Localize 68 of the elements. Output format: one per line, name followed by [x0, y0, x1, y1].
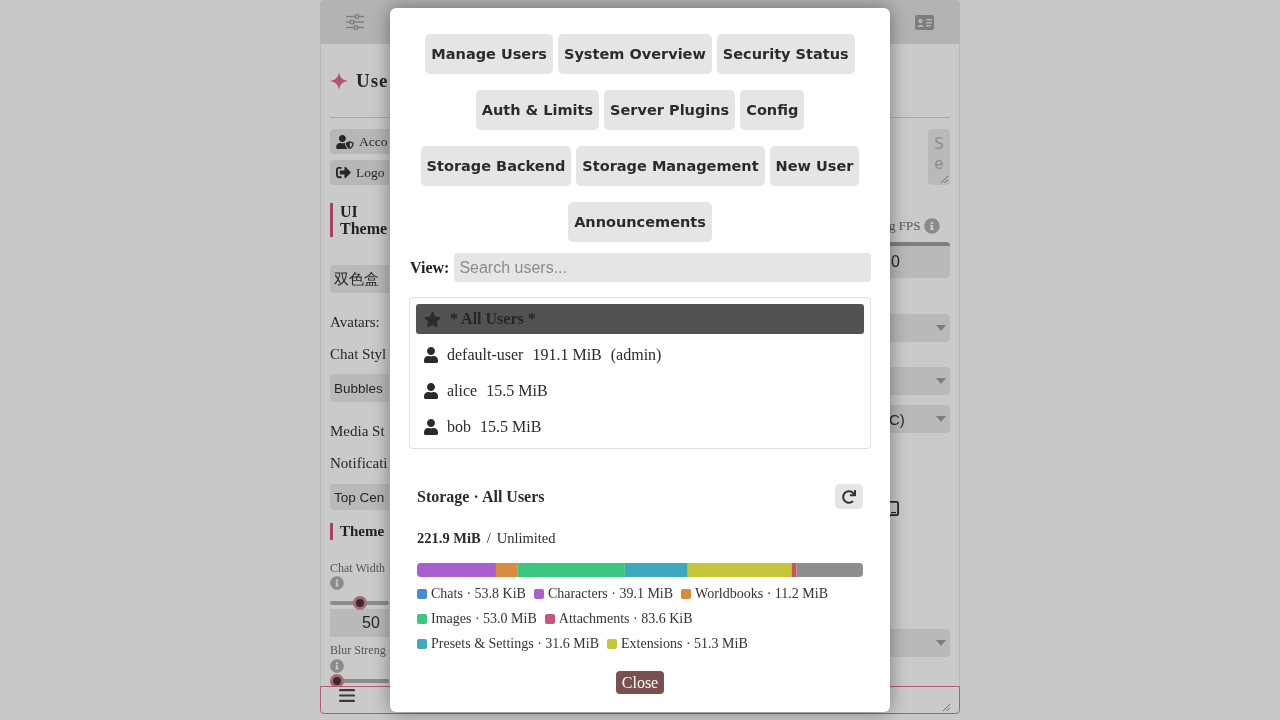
caret-icon: [936, 325, 946, 331]
number-input[interactable]: 50: [330, 609, 389, 637]
media-label: Media St: [330, 422, 386, 441]
logout-icon: [336, 165, 351, 180]
search-field[interactable]: Search users...: [454, 253, 871, 282]
id-card-icon[interactable]: [915, 14, 934, 30]
slider-thumb[interactable]: [330, 674, 344, 686]
user-list-item[interactable]: bob 15.5 MiB: [416, 412, 864, 442]
storage-quota: Unlimited: [496, 529, 556, 547]
notifications-select[interactable]: Top Cen: [330, 484, 389, 510]
caret-icon: [936, 378, 946, 384]
legend-label: Characters · 39.1 MiB: [547, 585, 674, 602]
storage-used: 221.9 MiB: [417, 529, 481, 547]
nav-button[interactable]: Storage Management: [576, 146, 765, 186]
sparkle-icon: [330, 71, 348, 90]
fps-input[interactable]: 0: [888, 242, 950, 278]
legend-label: Presets & Settings · 31.6 MiB: [431, 635, 599, 652]
refresh-button[interactable]: [835, 484, 863, 509]
info-icon[interactable]: [924, 218, 941, 234]
menu-icon[interactable]: [339, 689, 355, 702]
nav-button[interactable]: Server Plugins: [604, 90, 736, 130]
user-list-item[interactable]: default-user 191.1 MiB (admin): [416, 340, 864, 370]
legend-label: Attachments · 83.6 KiB: [558, 610, 693, 627]
legend-label: Images · 53.0 MiB: [431, 610, 537, 627]
view-label: View:: [410, 258, 450, 277]
info-icon[interactable]: [330, 576, 344, 590]
avatars-label: Avatars:: [330, 313, 381, 332]
nav-button[interactable]: System Overview: [557, 34, 712, 74]
blur-strength-label: Blur Streng: [330, 642, 387, 658]
user-shield-icon: [336, 134, 354, 149]
caret-icon: [936, 416, 946, 422]
fps-label: g FPS: [889, 218, 921, 234]
dropdown[interactable]: [888, 367, 950, 395]
legend-label: Chats · 53.8 KiB: [431, 585, 526, 602]
sliders-icon[interactable]: [346, 14, 364, 30]
logout-button[interactable]: Logo: [330, 160, 389, 185]
nav-button[interactable]: Security Status: [716, 34, 855, 74]
legend-label: Extensions · 51.3 MiB: [621, 635, 748, 652]
chat-style-label: Chat Styl: [330, 345, 388, 364]
legend-label: Worldbooks · 11.2 MiB: [695, 585, 828, 602]
theme-select[interactable]: 双色盒: [330, 265, 389, 293]
nav-button[interactable]: New User: [769, 146, 860, 186]
user-icon: [424, 347, 438, 363]
chat-style-select[interactable]: Bubbles: [330, 374, 389, 402]
nav-button[interactable]: Manage Users: [425, 34, 553, 74]
nav-button[interactable]: Auth & Limits: [475, 90, 600, 130]
close-button[interactable]: Close: [615, 671, 665, 694]
nav-button[interactable]: Config: [740, 90, 805, 130]
resize-grip-icon[interactable]: [942, 703, 950, 711]
dropdown[interactable]: [888, 629, 950, 657]
user-icon: [424, 383, 438, 399]
notifications-label: Notificati: [330, 454, 389, 473]
storage-title: Storage · All Users: [417, 487, 545, 506]
quota-separator: /: [486, 529, 491, 547]
resize-grip-icon[interactable]: [940, 175, 948, 183]
dropdown[interactable]: C): [888, 405, 950, 433]
nav-button[interactable]: Storage Backend: [420, 146, 572, 186]
user-icon: [424, 419, 438, 435]
nav-button[interactable]: Announcements: [568, 202, 712, 242]
account-button[interactable]: Acco: [330, 129, 389, 154]
user-list-item[interactable]: alice 15.5 MiB: [416, 376, 864, 406]
panel-title: Use: [356, 69, 389, 92]
star-icon: [424, 311, 441, 327]
chat-width-label: Chat Width: [330, 560, 386, 576]
slider-thumb[interactable]: [352, 596, 367, 610]
refresh-icon: [842, 489, 856, 504]
caret-icon: [936, 640, 946, 646]
dropdown[interactable]: [888, 314, 950, 342]
